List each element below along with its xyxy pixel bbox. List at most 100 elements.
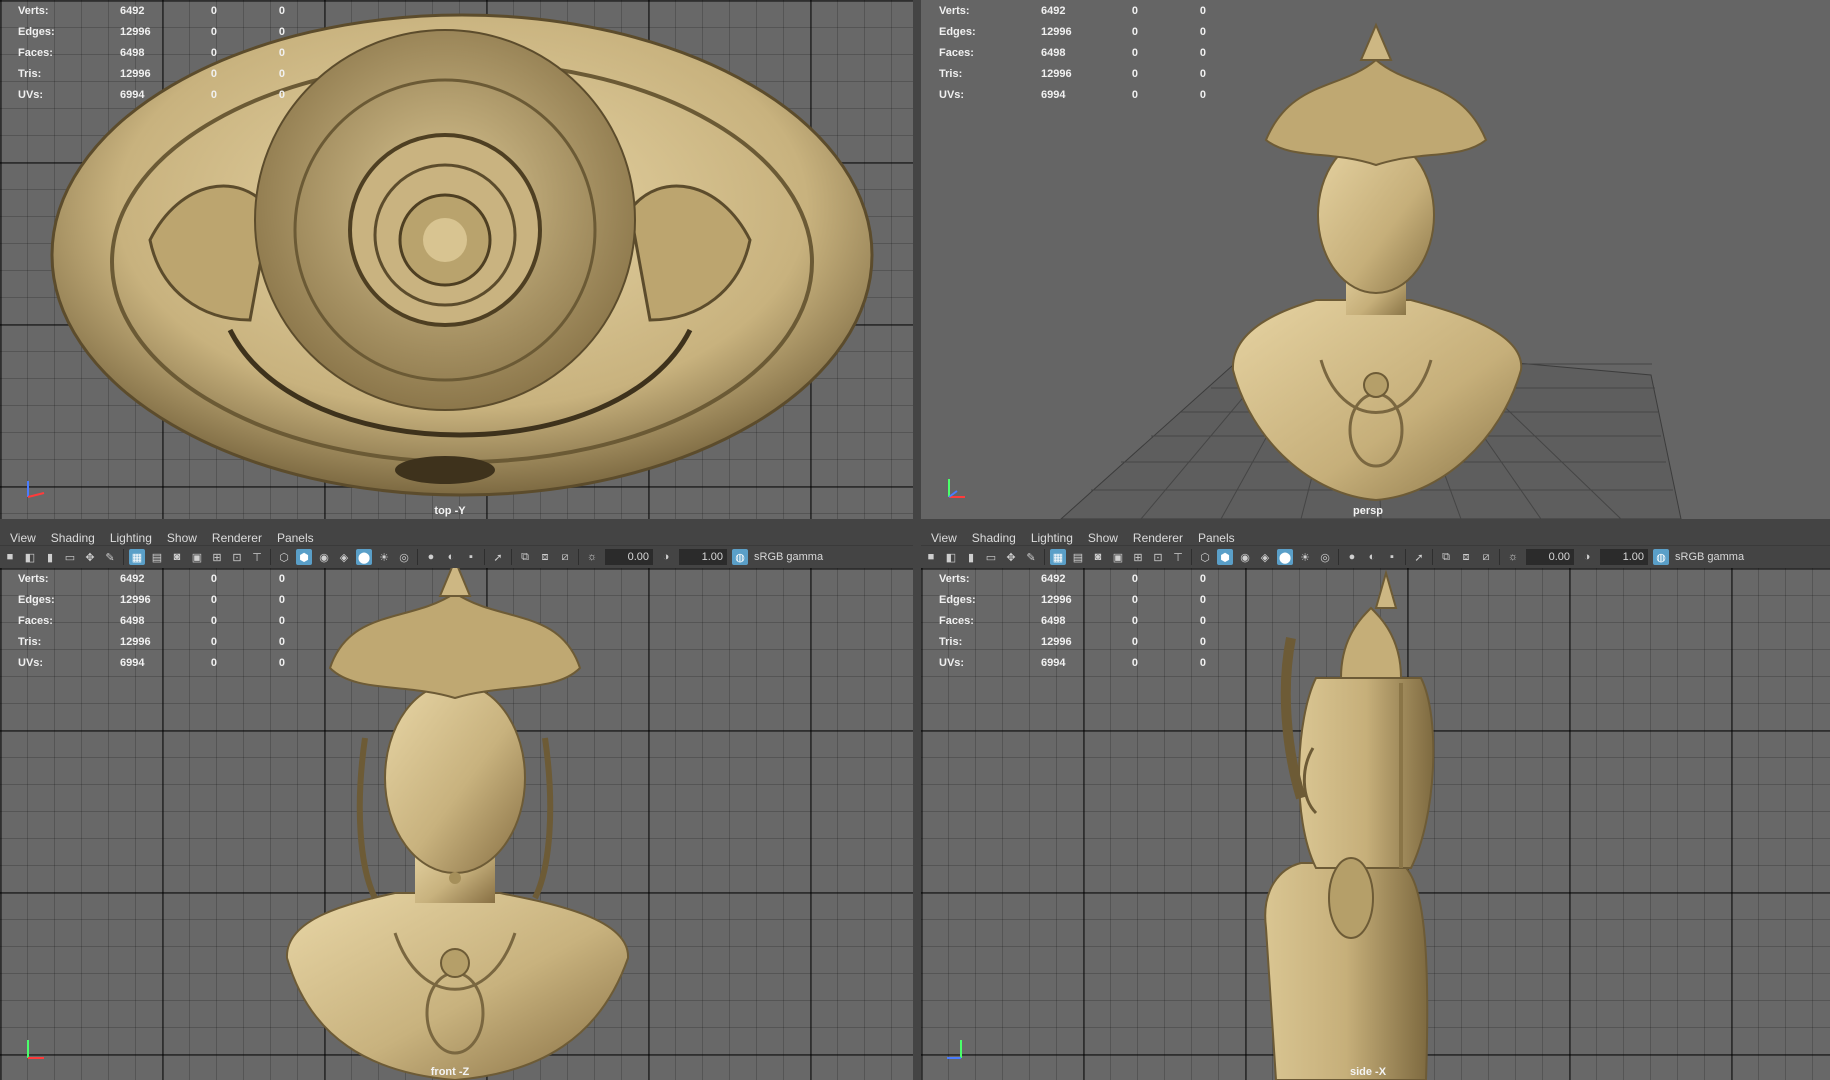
poly-count-hud: Verts: 6492 0 0 Edges: 12996 0 0 Faces: 6498 0 0 …	[0, 568, 285, 673]
grid-toggle-icon[interactable]: ▦	[129, 549, 145, 565]
menu-view[interactable]: View	[10, 531, 36, 545]
resolution-gate-icon[interactable]: ◙	[169, 549, 185, 565]
wireframe-icon[interactable]: ⬡	[276, 549, 292, 565]
gate-mask-icon[interactable]: ▣	[1110, 549, 1126, 565]
field-chart-icon[interactable]: ⊞	[1130, 549, 1146, 565]
camera-icon[interactable]: ■	[2, 549, 18, 565]
xray-joints-icon[interactable]: ⧈	[537, 549, 553, 565]
hud-row-tris: Tris: 12996 0 0	[939, 635, 1206, 648]
viewport-front[interactable]: Verts: 6492 0 0 Edges: 12996 0 0 Faces: 6498 0 0 …	[0, 568, 913, 1080]
viewport-top[interactable]: Verts: 6492 0 0 Edges: 12996 0 0 Faces: 6498 0 0 …	[0, 0, 913, 519]
hud-row-tris: Tris: 12996 0 0	[18, 67, 285, 80]
poly-count-hud: Verts: 6492 0 0 Edges: 12996 0 0 Faces: 6498 0 0 …	[921, 0, 1206, 105]
menu-shading[interactable]: Shading	[972, 531, 1016, 545]
camera-icon[interactable]: ■	[923, 549, 939, 565]
hud-row-faces: Faces: 6498 0 0	[939, 46, 1206, 59]
use-all-lights-icon[interactable]: ⬤	[356, 549, 372, 565]
safe-title-icon[interactable]: ⊤	[249, 549, 265, 565]
gamma-icon[interactable]: ◑	[1579, 549, 1595, 565]
exposure-icon[interactable]: ☼	[584, 549, 600, 565]
image-plane-icon[interactable]: ▭	[983, 549, 999, 565]
camera-attributes-icon[interactable]: ◧	[22, 549, 38, 565]
camera-label-persp: persp	[1353, 505, 1383, 517]
resolution-gate-icon[interactable]: ◙	[1090, 549, 1106, 565]
viewport-persp[interactable]: Verts: 6492 0 0 Edges: 12996 0 0 Faces: 6498 0 0 …	[921, 0, 1830, 519]
exposure-field[interactable]: 0.00	[605, 549, 653, 565]
grease-pencil-icon[interactable]: ✎	[102, 549, 118, 565]
gamma-icon[interactable]: ◑	[658, 549, 674, 565]
hud-row-faces: Faces: 6498 0 0	[18, 614, 285, 627]
shaded-wireframe-icon[interactable]: ◉	[1237, 549, 1253, 565]
menu-view[interactable]: View	[931, 531, 957, 545]
ambient-occlusion-icon[interactable]: ◎	[1317, 549, 1333, 565]
bookmark-icon[interactable]: ▮	[963, 549, 979, 565]
safe-title-icon[interactable]: ⊤	[1170, 549, 1186, 565]
safe-action-icon[interactable]: ⊡	[229, 549, 245, 565]
pan-zoom-icon[interactable]: ✥	[82, 549, 98, 565]
isolate-select-icon[interactable]: ➚	[1411, 549, 1427, 565]
hud-row-edges: Edges: 12996 0 0	[18, 25, 285, 38]
anti-aliasing-icon[interactable]: ◐	[1364, 549, 1380, 565]
menu-shading[interactable]: Shading	[51, 531, 95, 545]
motion-blur-icon[interactable]: ●	[423, 549, 439, 565]
safe-action-icon[interactable]: ⊡	[1150, 549, 1166, 565]
grease-pencil-icon[interactable]: ✎	[1023, 549, 1039, 565]
menu-panels[interactable]: Panels	[1198, 531, 1235, 545]
anti-aliasing-icon[interactable]: ◐	[443, 549, 459, 565]
view-transform-label[interactable]: sRGB gamma	[1675, 551, 1744, 563]
menu-lighting[interactable]: Lighting	[110, 531, 152, 545]
xray-icon[interactable]: ⧉	[517, 549, 533, 565]
bookmark-icon[interactable]: ▮	[42, 549, 58, 565]
image-plane-icon[interactable]: ▭	[62, 549, 78, 565]
wireframe-icon[interactable]: ⬡	[1197, 549, 1213, 565]
xray-joints-icon[interactable]: ⧈	[1458, 549, 1474, 565]
film-gate-icon[interactable]: ▤	[1070, 549, 1086, 565]
pane-divider-vertical[interactable]	[913, 0, 921, 1080]
hud-row-verts: Verts: 6492 0 0	[939, 572, 1206, 585]
use-all-lights-icon[interactable]: ⬤	[1277, 549, 1293, 565]
smooth-shade-icon[interactable]: ⬢	[296, 549, 312, 565]
isolate-select-icon[interactable]: ➚	[490, 549, 506, 565]
menu-renderer[interactable]: Renderer	[1133, 531, 1183, 545]
hud-row-edges: Edges: 12996 0 0	[18, 593, 285, 606]
viewport-side[interactable]: Verts: 6492 0 0 Edges: 12996 0 0 Faces: 6498 0 0 …	[921, 568, 1830, 1080]
exposure-icon[interactable]: ☼	[1505, 549, 1521, 565]
field-chart-icon[interactable]: ⊞	[209, 549, 225, 565]
hud-row-uvs: UVs: 6994 0 0	[939, 88, 1206, 101]
xray-icon[interactable]: ⧉	[1438, 549, 1454, 565]
exposure-field[interactable]: 0.00	[1526, 549, 1574, 565]
backface-icon[interactable]: ⧄	[557, 549, 573, 565]
menu-renderer[interactable]: Renderer	[212, 531, 262, 545]
menu-panels[interactable]: Panels	[277, 531, 314, 545]
gamma-field[interactable]: 1.00	[1600, 549, 1648, 565]
panel-toolbar-side: ■ ◧ ▮ ▭ ✥ ✎ ▦ ▤ ◙ ▣ ⊞ ⊡ ⊤ ⬡ ⬢ ◉ ◈ ⬤ ☀ ◎ …	[921, 545, 1830, 568]
grid-toggle-icon[interactable]: ▦	[1050, 549, 1066, 565]
backface-icon[interactable]: ⧄	[1478, 549, 1494, 565]
poly-count-hud: Verts: 6492 0 0 Edges: 12996 0 0 Faces: 6498 0 0 …	[921, 568, 1206, 673]
pan-zoom-icon[interactable]: ✥	[1003, 549, 1019, 565]
pane-divider-horizontal[interactable]	[0, 519, 1830, 527]
depth-of-field-icon[interactable]: ▪	[1384, 549, 1400, 565]
menu-lighting[interactable]: Lighting	[1031, 531, 1073, 545]
gate-mask-icon[interactable]: ▣	[189, 549, 205, 565]
camera-attributes-icon[interactable]: ◧	[943, 549, 959, 565]
view-transform-label[interactable]: sRGB gamma	[754, 551, 823, 563]
menu-show[interactable]: Show	[167, 531, 197, 545]
hud-row-faces: Faces: 6498 0 0	[18, 46, 285, 59]
ambient-occlusion-icon[interactable]: ◎	[396, 549, 412, 565]
film-gate-icon[interactable]: ▤	[149, 549, 165, 565]
shadows-icon[interactable]: ☀	[376, 549, 392, 565]
color-management-icon[interactable]: ◍	[732, 549, 748, 565]
motion-blur-icon[interactable]: ●	[1344, 549, 1360, 565]
menu-show[interactable]: Show	[1088, 531, 1118, 545]
textured-icon[interactable]: ◈	[336, 549, 352, 565]
poly-count-hud: Verts: 6492 0 0 Edges: 12996 0 0 Faces: 6498 0 0 …	[0, 0, 285, 105]
shadows-icon[interactable]: ☀	[1297, 549, 1313, 565]
color-management-icon[interactable]: ◍	[1653, 549, 1669, 565]
textured-icon[interactable]: ◈	[1257, 549, 1273, 565]
hud-row-verts: Verts: 6492 0 0	[18, 572, 285, 585]
gamma-field[interactable]: 1.00	[679, 549, 727, 565]
depth-of-field-icon[interactable]: ▪	[463, 549, 479, 565]
smooth-shade-icon[interactable]: ⬢	[1217, 549, 1233, 565]
shaded-wireframe-icon[interactable]: ◉	[316, 549, 332, 565]
